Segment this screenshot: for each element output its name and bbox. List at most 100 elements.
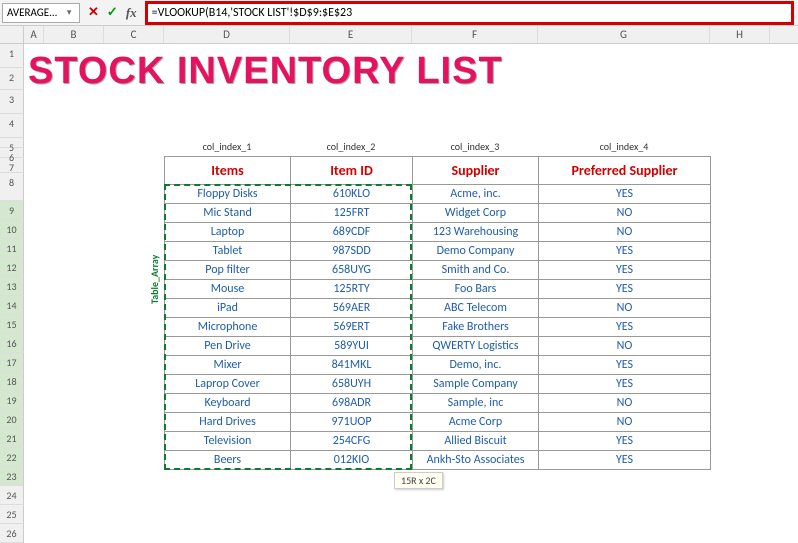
- cell[interactable]: 658UYG: [291, 261, 413, 280]
- cell[interactable]: 125FRT: [291, 204, 413, 223]
- th-items[interactable]: Items: [165, 157, 291, 185]
- row-header[interactable]: 14: [0, 296, 24, 315]
- cell[interactable]: NO: [539, 299, 711, 318]
- row-header[interactable]: 3: [0, 90, 24, 114]
- row-header[interactable]: 18: [0, 372, 24, 391]
- col-header-h[interactable]: H: [710, 26, 770, 43]
- row-header[interactable]: 24: [0, 486, 24, 505]
- col-header-g[interactable]: G: [538, 26, 710, 43]
- cell[interactable]: NO: [539, 413, 711, 432]
- row-header[interactable]: 4: [0, 114, 24, 138]
- table-row[interactable]: Tablet987SDDDemo CompanyYES: [165, 242, 711, 261]
- cell[interactable]: Beers: [165, 451, 291, 470]
- cell[interactable]: 569AER: [291, 299, 413, 318]
- chevron-down-icon[interactable]: ▾: [57, 7, 71, 18]
- cell[interactable]: NO: [539, 223, 711, 242]
- cell[interactable]: Hard Drives: [165, 413, 291, 432]
- cell[interactable]: YES: [539, 185, 711, 204]
- col-header-b[interactable]: B: [44, 26, 104, 43]
- name-box[interactable]: AVERAGE... ▾: [2, 3, 80, 23]
- row-header[interactable]: 2: [0, 68, 24, 90]
- table-row[interactable]: iPad569AERABC TelecomNO: [165, 299, 711, 318]
- table-row[interactable]: Laptop689CDF123 WarehousingNO: [165, 223, 711, 242]
- cell[interactable]: 012KIO: [291, 451, 413, 470]
- cell[interactable]: Laptop: [165, 223, 291, 242]
- row-header[interactable]: 23: [0, 467, 24, 486]
- cancel-icon[interactable]: ✕: [88, 5, 99, 20]
- cell[interactable]: YES: [539, 280, 711, 299]
- cell[interactable]: Acme Corp: [413, 413, 539, 432]
- th-supplier[interactable]: Supplier: [413, 157, 539, 185]
- cell[interactable]: QWERTY Logistics: [413, 337, 539, 356]
- cell[interactable]: 698ADR: [291, 394, 413, 413]
- cell[interactable]: Mic Stand: [165, 204, 291, 223]
- cell[interactable]: iPad: [165, 299, 291, 318]
- cell[interactable]: Widget Corp: [413, 204, 539, 223]
- cell[interactable]: YES: [539, 451, 711, 470]
- cell[interactable]: NO: [539, 337, 711, 356]
- row-header[interactable]: 19: [0, 391, 24, 410]
- row-header[interactable]: 22: [0, 448, 24, 467]
- row-header[interactable]: 8: [0, 173, 24, 201]
- row-header[interactable]: 11: [0, 239, 24, 258]
- table-row[interactable]: Laprop Cover658UYHSample CompanyYES: [165, 375, 711, 394]
- cell[interactable]: Television: [165, 432, 291, 451]
- table-row[interactable]: Mouse125RTYFoo BarsYES: [165, 280, 711, 299]
- cell[interactable]: ABC Telecom: [413, 299, 539, 318]
- cell[interactable]: 569ERT: [291, 318, 413, 337]
- cell[interactable]: YES: [539, 356, 711, 375]
- cell[interactable]: Laprop Cover: [165, 375, 291, 394]
- table-row[interactable]: Microphone569ERTFake BrothersYES: [165, 318, 711, 337]
- row-header[interactable]: 15: [0, 315, 24, 334]
- cell[interactable]: Microphone: [165, 318, 291, 337]
- cell[interactable]: 254CFG: [291, 432, 413, 451]
- row-header[interactable]: 20: [0, 410, 24, 429]
- row-header[interactable]: 12: [0, 258, 24, 277]
- row-header[interactable]: 21: [0, 429, 24, 448]
- cell[interactable]: Sample, inc: [413, 394, 539, 413]
- cell[interactable]: 689CDF: [291, 223, 413, 242]
- cell[interactable]: Pop filter: [165, 261, 291, 280]
- table-row[interactable]: Mic Stand125FRTWidget CorpNO: [165, 204, 711, 223]
- cell[interactable]: Demo, inc.: [413, 356, 539, 375]
- cell[interactable]: Allied Biscuit: [413, 432, 539, 451]
- cell[interactable]: YES: [539, 432, 711, 451]
- fx-icon[interactable]: fx: [126, 5, 137, 21]
- table-row[interactable]: Floppy Disks610KLOAcme, inc.YES: [165, 185, 711, 204]
- row-header[interactable]: 26: [0, 524, 24, 543]
- table-row[interactable]: Beers012KIOAnkh-Sto AssociatesYES: [165, 451, 711, 470]
- row-header[interactable]: 9: [0, 201, 24, 220]
- cell[interactable]: Sample Company: [413, 375, 539, 394]
- cell[interactable]: NO: [539, 204, 711, 223]
- cell[interactable]: Fake Brothers: [413, 318, 539, 337]
- cell[interactable]: NO: [539, 394, 711, 413]
- row-header[interactable]: 25: [0, 505, 24, 524]
- row-header[interactable]: 17: [0, 353, 24, 372]
- cell[interactable]: Mixer: [165, 356, 291, 375]
- cell[interactable]: Ankh-Sto Associates: [413, 451, 539, 470]
- cell[interactable]: Mouse: [165, 280, 291, 299]
- col-header-a[interactable]: A: [24, 26, 44, 43]
- row-header[interactable]: 16: [0, 334, 24, 353]
- cell[interactable]: Tablet: [165, 242, 291, 261]
- cell[interactable]: 123 Warehousing: [413, 223, 539, 242]
- cell[interactable]: Foo Bars: [413, 280, 539, 299]
- table-row[interactable]: Mixer841MKLDemo, inc.YES: [165, 356, 711, 375]
- row-header[interactable]: 7: [0, 158, 24, 173]
- cell[interactable]: 125RTY: [291, 280, 413, 299]
- table-row[interactable]: Hard Drives971UOPAcme CorpNO: [165, 413, 711, 432]
- table-row[interactable]: Pen Drive589YUIQWERTY LogisticsNO: [165, 337, 711, 356]
- cell[interactable]: Pen Drive: [165, 337, 291, 356]
- th-pref-supplier[interactable]: Preferred Supplier: [539, 157, 711, 185]
- row-header[interactable]: 6: [0, 148, 24, 158]
- cell[interactable]: Keyboard: [165, 394, 291, 413]
- cell[interactable]: Floppy Disks: [165, 185, 291, 204]
- cell[interactable]: 610KLO: [291, 185, 413, 204]
- col-header-c[interactable]: C: [104, 26, 164, 43]
- sheet-body[interactable]: STOCK INVENTORY LIST col_index_1 col_ind…: [24, 44, 798, 543]
- cell[interactable]: YES: [539, 318, 711, 337]
- row-header[interactable]: 13: [0, 277, 24, 296]
- cell[interactable]: 987SDD: [291, 242, 413, 261]
- row-header[interactable]: 10: [0, 220, 24, 239]
- table-row[interactable]: Television254CFGAllied BiscuitYES: [165, 432, 711, 451]
